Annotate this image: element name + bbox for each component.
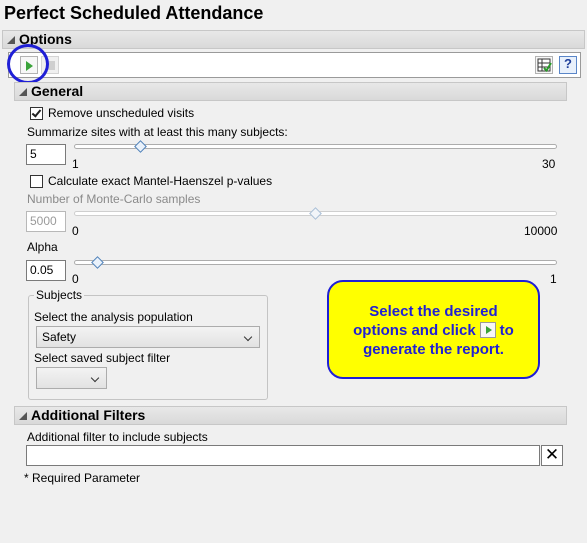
subject-filter-label: Select saved subject filter: [34, 351, 171, 365]
subject-filter-select[interactable]: [36, 367, 107, 389]
collapse-triangle-icon[interactable]: [7, 36, 15, 44]
run-icon: [479, 322, 496, 338]
help-icon: ?: [564, 56, 572, 71]
callout-line-1: Select the desired: [369, 303, 498, 320]
clear-icon: ✕: [544, 445, 560, 464]
monte-carlo-slider-thumb[interactable]: [308, 207, 322, 220]
remove-unscheduled-checkbox[interactable]: [30, 107, 43, 120]
summarize-sites-max: 30: [542, 157, 556, 171]
required-parameter-note: * Required Parameter: [24, 471, 141, 485]
callout-line-3: generate the report.: [363, 341, 504, 358]
options-toolbar: ?: [8, 52, 581, 78]
alpha-min: 0: [72, 272, 79, 286]
population-label: Select the analysis population: [34, 310, 193, 324]
options-section-header[interactable]: Options: [2, 30, 585, 49]
alpha-max: 1: [550, 272, 557, 286]
remove-unscheduled-label: Remove unscheduled visits: [48, 106, 195, 120]
mantel-haenszel-checkbox[interactable]: [30, 175, 43, 188]
checkmark-icon: [31, 107, 42, 118]
run-button-highlight: [7, 44, 49, 84]
dropdown-chevron-icon: [243, 332, 253, 342]
clear-filter-button[interactable]: ✕: [541, 445, 563, 466]
monte-carlo-input[interactable]: 5000: [26, 211, 66, 232]
collapse-triangle-icon[interactable]: [19, 412, 27, 420]
dropdown-chevron-icon: [90, 373, 100, 383]
additional-filter-input[interactable]: [26, 445, 540, 466]
additional-filter-label: Additional filter to include subjects: [27, 430, 208, 444]
subjects-group-title: Subjects: [34, 288, 85, 302]
additional-filters-section-title: Additional Filters: [31, 407, 146, 423]
alpha-slider[interactable]: [74, 260, 557, 265]
population-select-value: Safety: [42, 330, 77, 344]
alpha-slider-thumb[interactable]: [91, 256, 105, 269]
alpha-input[interactable]: 0.05: [26, 260, 66, 281]
help-button[interactable]: ?: [559, 56, 577, 74]
summarize-sites-min: 1: [72, 157, 79, 171]
general-section-header[interactable]: General: [14, 82, 567, 101]
collapse-triangle-icon[interactable]: [19, 88, 27, 96]
additional-filters-section-header[interactable]: Additional Filters: [14, 406, 567, 425]
summarize-sites-input[interactable]: 5: [26, 144, 66, 165]
mantel-haenszel-label: Calculate exact Mantel-Haenszel p-values: [48, 174, 273, 188]
summarize-sites-label: Summarize sites with at least this many …: [27, 125, 288, 139]
general-section-title: General: [31, 83, 84, 99]
monte-carlo-min: 0: [72, 224, 79, 238]
summarize-sites-slider-thumb[interactable]: [133, 140, 147, 153]
data-filter-button[interactable]: [535, 56, 553, 74]
population-select[interactable]: Safety: [36, 326, 260, 348]
monte-carlo-label: Number of Monte-Carlo samples: [27, 192, 201, 206]
alpha-label: Alpha: [27, 240, 58, 254]
instruction-callout: Select the desired options and click to g…: [327, 280, 540, 379]
data-filter-icon: [537, 58, 552, 73]
page-title: Perfect Scheduled Attendance: [4, 3, 264, 23]
monte-carlo-max: 10000: [524, 224, 558, 238]
callout-line-2: options and click to: [353, 322, 514, 339]
